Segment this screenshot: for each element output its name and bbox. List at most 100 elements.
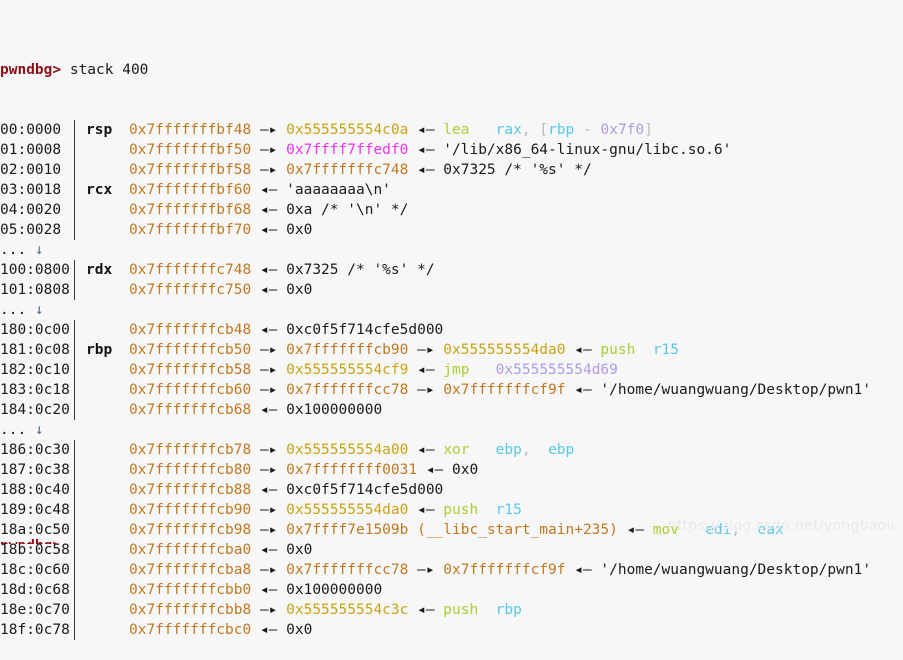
stack-value-part: push (600, 342, 653, 358)
ellipsis-row: ... ↓ (0, 420, 903, 440)
stack-value-part: 0x0 (286, 222, 313, 238)
stack-value-part: 0x0 (286, 282, 313, 298)
deref-arrow-icon: —▸ (251, 462, 287, 478)
stack-value-part: ◂— (417, 462, 453, 478)
deref-arrow-icon: —▸ (251, 602, 287, 618)
stack-value-part: rbp (495, 602, 522, 618)
stack-value-part: ] (644, 122, 653, 138)
register-label-empty: . (75, 620, 129, 640)
stack-value-part: , (731, 522, 749, 538)
stack-row: 01:0008.0x7fffffffbf50 —▸ 0x7ffff7ffedf0… (0, 140, 903, 160)
stack-value-part: 0x100000000 (286, 402, 383, 418)
stack-row: 02:0010.0x7fffffffbf58 —▸ 0x7fffffffc748… (0, 160, 903, 180)
value-arrow-icon: ◂— (251, 202, 287, 218)
stack-value-part: (__libc_start_main+235) (408, 522, 618, 538)
stack-value-part: ◂— (408, 602, 444, 618)
stack-value-part: rbp (548, 122, 575, 138)
ellipsis-text: ... (0, 242, 35, 258)
stack-address: 0x7fffffffcb60 (129, 382, 252, 398)
deref-arrow-icon: —▸ (251, 522, 287, 538)
deref-arrow-icon: —▸ (251, 502, 287, 518)
stack-value-part: '/home/wuangwuang/Desktop/pwn1' (600, 382, 872, 398)
stack-value-part: 0xa /* '\n' */ (286, 202, 409, 218)
stack-row: 184:0c20.0x7fffffffcb68 ◂— 0x100000000 (0, 400, 903, 420)
register-label-empty: . (75, 440, 129, 460)
ellipsis-row: ... ↓ (0, 300, 903, 320)
stack-row-index: 05:0028 (0, 222, 62, 238)
register-label-empty: . (75, 500, 129, 520)
register-label: rdx (86, 262, 113, 278)
stack-value-part: push (443, 602, 496, 618)
stack-value-part: ◂— (565, 562, 601, 578)
register-label-empty: . (75, 380, 129, 400)
stack-value-part: ◂— (408, 502, 444, 518)
stack-value-part: 0x7fffffffcb90 (286, 342, 409, 358)
stack-value-part: —▸ (408, 342, 444, 358)
stack-value-part: 0x0 (452, 462, 479, 478)
stack-value-part: 'aaaaaaaa\n' (286, 182, 391, 198)
stack-value-part: 0x7ffff7e1509b (286, 522, 409, 538)
stack-value-part: eax (748, 522, 784, 538)
stack-value-part: ◂— (565, 342, 601, 358)
register-label-empty: . (75, 540, 129, 560)
stack-address: 0x7fffffffcb80 (129, 462, 252, 478)
deref-arrow-icon: —▸ (251, 142, 287, 158)
value-arrow-icon: ◂— (251, 542, 287, 558)
stack-value-part: [ (539, 122, 549, 138)
down-arrow-icon: ↓ (34, 302, 44, 318)
stack-row: 189:0c48.0x7fffffffcb90 —▸ 0x555555554da… (0, 500, 903, 520)
stack-address: 0x7fffffffbf60 (129, 182, 252, 198)
value-arrow-icon: ◂— (251, 402, 287, 418)
stack-value-part: 0x555555554cf9 (286, 362, 409, 378)
deref-arrow-icon: —▸ (251, 382, 287, 398)
stack-row: 05:0028.0x7fffffffbf70 ◂— 0x0 (0, 220, 903, 240)
deref-arrow-icon: —▸ (251, 362, 287, 378)
stack-value-part: 0x555555554da0 (443, 342, 566, 358)
stack-value-part: 0x7fffffffcf9f (443, 382, 566, 398)
stack-value-part: 0x555555554d69 (495, 362, 618, 378)
stack-row-index: 01:0008 (0, 142, 62, 158)
deref-arrow-icon: —▸ (251, 122, 287, 138)
stack-value-part: 0x7325 /* '%s' */ (443, 162, 592, 178)
stack-value-part: 0x555555554c3c (286, 602, 409, 618)
stack-value-part: '/lib/x86_64-linux-gnu/libc.so.6' (443, 142, 732, 158)
stack-value-part: ◂— (408, 162, 444, 178)
pwndbg-prompt: pwndbg> (0, 62, 62, 78)
stack-address: 0x7fffffffc750 (129, 282, 252, 298)
stack-value-part: rax (495, 122, 522, 138)
deref-arrow-icon: —▸ (251, 442, 287, 458)
register-label-empty: . (75, 160, 129, 180)
register-label: rbp (86, 342, 113, 358)
stack-value-part: ◂— (408, 122, 444, 138)
value-arrow-icon: ◂— (251, 262, 287, 278)
stack-row: 182:0c10.0x7fffffffcb58 —▸ 0x555555554cf… (0, 360, 903, 380)
stack-address: 0x7fffffffcbb0 (129, 582, 252, 598)
stack-row-index: 182:0c10 (0, 362, 70, 378)
stack-value-part: ◂— (408, 362, 444, 378)
stack-value-part: ◂— (408, 442, 444, 458)
stack-value-part: r15 (495, 502, 522, 518)
stack-address: 0x7fffffffcb50 (129, 342, 252, 358)
stack-value-part: jmp (443, 362, 496, 378)
down-arrow-icon: ↓ (34, 422, 44, 438)
stack-address: 0x7fffffffcb88 (129, 482, 252, 498)
stack-value-part: 0x7ffffffff0031 (286, 462, 418, 478)
value-arrow-icon: ◂— (251, 482, 287, 498)
stack-address: 0x7fffffffcb78 (129, 442, 252, 458)
stack-address: 0x7fffffffbf68 (129, 202, 252, 218)
stack-value-part: 0x555555554c0a (286, 122, 409, 138)
register-label-empty: . (75, 520, 129, 540)
stack-value-part: 0x7fffffffc748 (286, 162, 409, 178)
stack-value-part: mov (652, 522, 706, 538)
stack-value-part: ◂— (565, 382, 601, 398)
stack-row: 188:0c40.0x7fffffffcb88 ◂— 0xc0f5f714cfe… (0, 480, 903, 500)
stack-row-index: 189:0c48 (0, 502, 70, 518)
stack-value-part: 0xc0f5f714cfe5d000 (286, 322, 444, 338)
stack-value-part: , (521, 122, 540, 138)
stack-row: 18e:0c70.0x7fffffffcbb8 —▸ 0x555555554c3… (0, 600, 903, 620)
stack-value-part: 0x7ffff7ffedf0 (286, 142, 409, 158)
stack-address: 0x7fffffffcb68 (129, 402, 252, 418)
stack-address: 0x7fffffffbf48 (129, 122, 252, 138)
stack-row-index: 187:0c38 (0, 462, 70, 478)
down-arrow-icon: ↓ (34, 242, 44, 258)
